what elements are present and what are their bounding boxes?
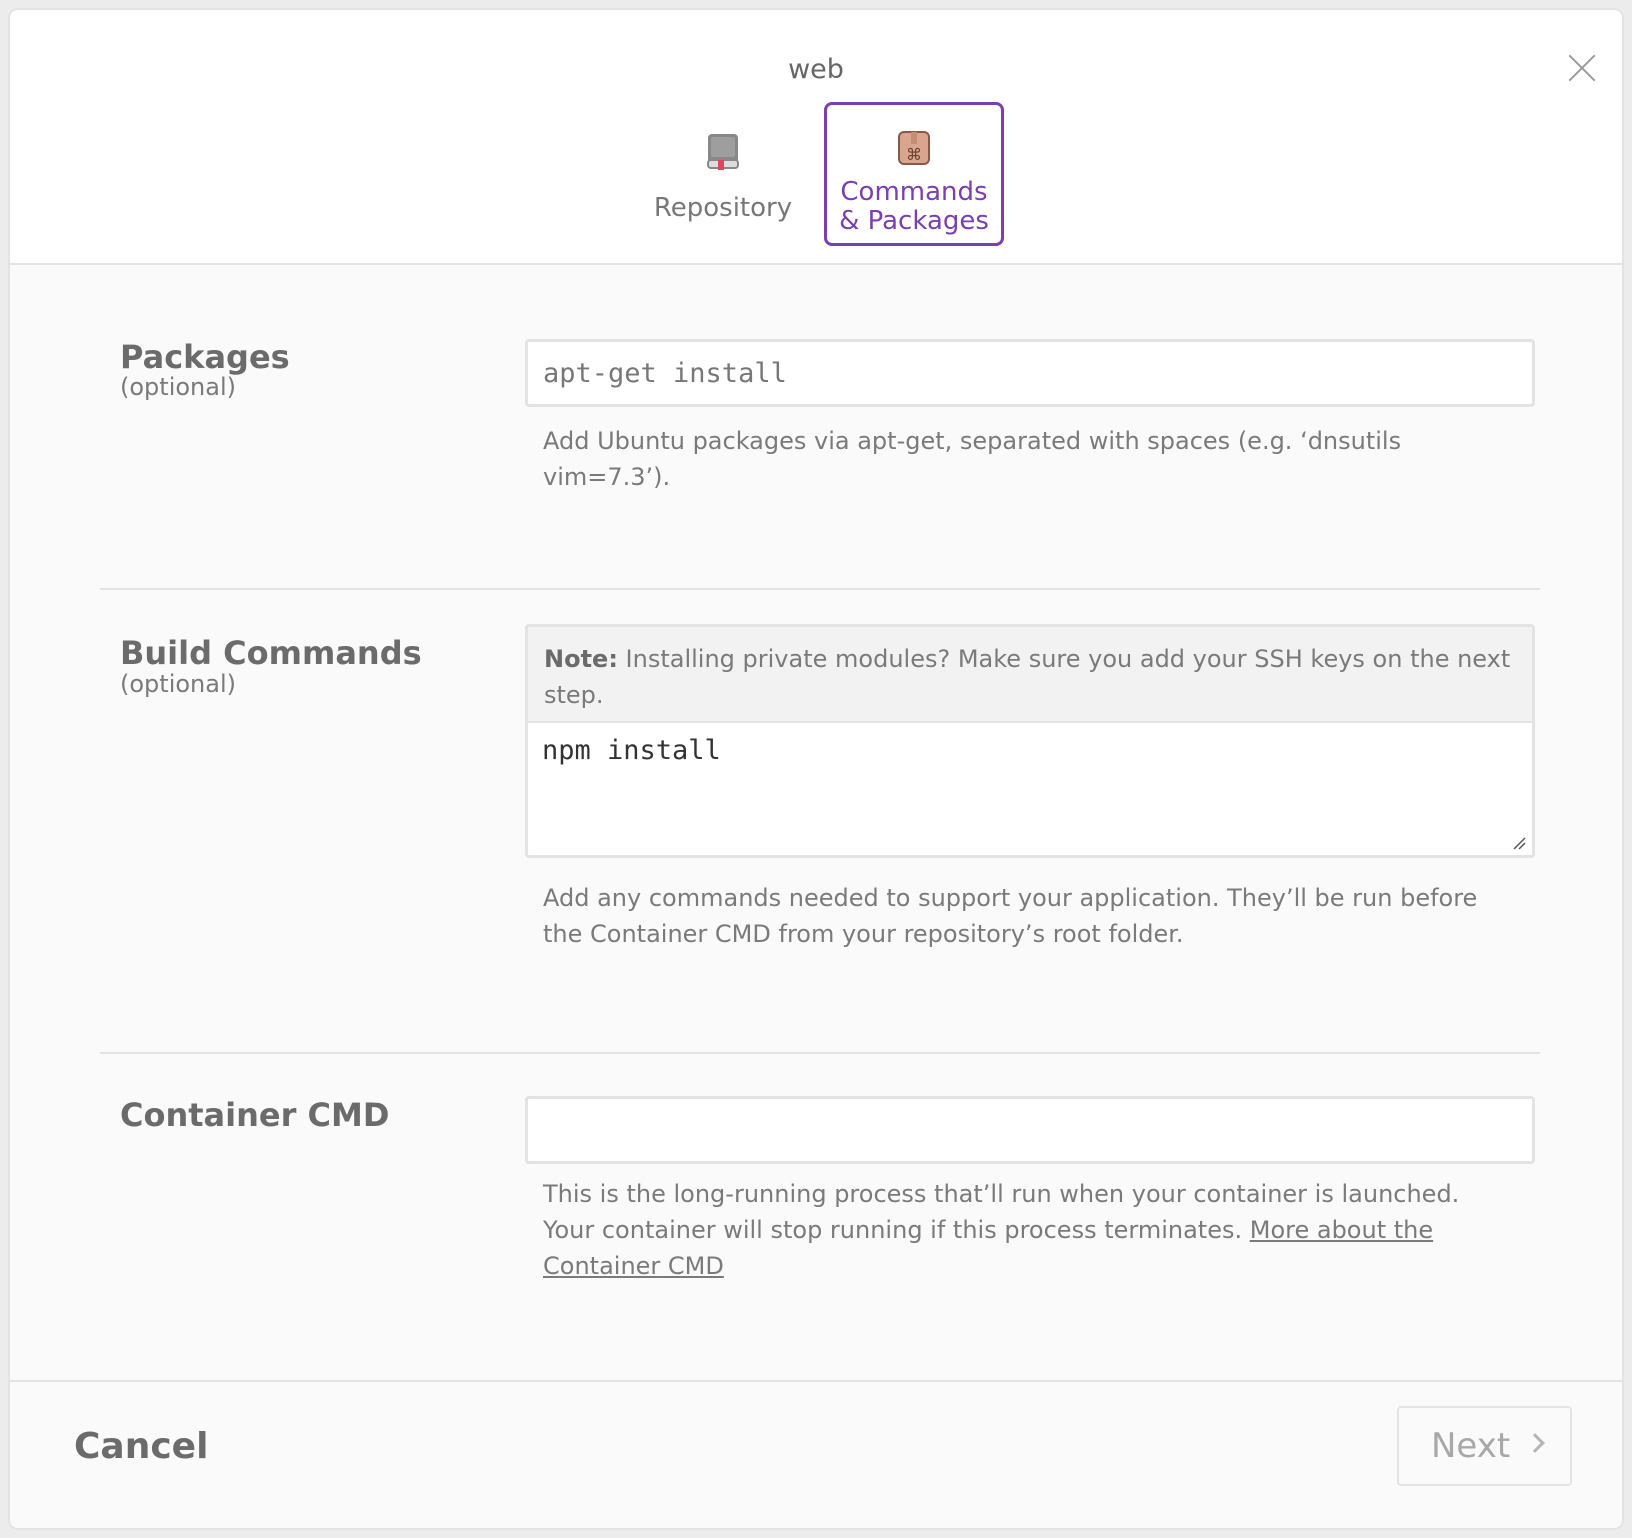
modal: web Repository ⌘ Commands & Packages Pac…: [8, 8, 1624, 1530]
container-cmd-input[interactable]: [525, 1096, 1535, 1164]
cancel-button[interactable]: Cancel: [74, 1426, 208, 1467]
resize-handle-icon[interactable]: [1512, 835, 1526, 850]
next-button-label: Next: [1431, 1426, 1511, 1466]
tab-repository-label: Repository: [653, 193, 793, 223]
container-cmd-label: Container CMD: [120, 1096, 390, 1134]
build-commands-textarea[interactable]: npm install: [528, 723, 1532, 853]
svg-text:⌘: ⌘: [906, 145, 922, 164]
build-commands-label: Build Commands: [120, 634, 422, 672]
modal-title: web: [788, 54, 844, 85]
package-icon: ⌘: [896, 128, 932, 172]
book-icon: [706, 132, 740, 176]
packages-help: Add Ubuntu packages via apt-get, separat…: [543, 427, 1402, 491]
build-commands-field: Note: Installing private modules? Make s…: [525, 624, 1535, 858]
build-commands-optional-label: (optional): [120, 670, 236, 698]
tab-repository[interactable]: Repository: [643, 102, 803, 246]
build-commands-help: Add any commands needed to support your …: [543, 884, 1478, 948]
tab-commands-packages-label: Commands & Packages: [839, 177, 989, 236]
container-cmd-help: This is the long-running process that’ll…: [543, 1180, 1460, 1280]
close-icon[interactable]: [1562, 48, 1602, 88]
packages-input[interactable]: [525, 339, 1535, 407]
chevron-right-icon: [1525, 1433, 1545, 1453]
modal-header: web Repository ⌘ Commands & Packages: [10, 10, 1622, 265]
packages-optional-label: (optional): [120, 373, 236, 401]
next-button[interactable]: Next: [1397, 1406, 1572, 1486]
section-divider: [100, 588, 1540, 590]
packages-label: Packages: [120, 338, 290, 376]
section-divider: [100, 1052, 1540, 1054]
modal-footer: Cancel Next: [10, 1380, 1622, 1528]
build-commands-note: Note: Installing private modules? Make s…: [528, 627, 1532, 723]
tab-commands-packages[interactable]: ⌘ Commands & Packages: [824, 102, 1004, 246]
